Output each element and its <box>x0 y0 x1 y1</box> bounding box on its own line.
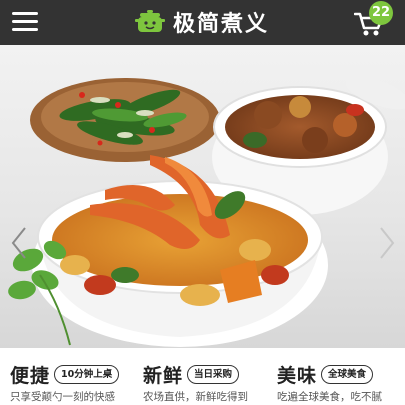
feature-tag: 全球美食 <box>321 365 374 384</box>
brand-logo[interactable]: 极简煮义 <box>135 6 269 38</box>
chevron-right-icon[interactable] <box>376 225 398 261</box>
chevron-left-icon[interactable] <box>8 225 30 261</box>
hamburger-menu-icon[interactable] <box>12 10 38 34</box>
cart-count-badge: 22 <box>369 1 393 25</box>
feature-description: 只享受颠勺一刻的快感 <box>10 391 115 403</box>
brand-name: 极简煮义 <box>173 12 270 37</box>
feature-tag: 当日采购 <box>187 365 240 384</box>
feature-title: 美味 <box>277 365 318 387</box>
food-photo <box>0 45 405 348</box>
feature-strip: 便捷 10分钟上桌 只享受颠勺一刻的快感 新鲜 当日采购 农场直供，新鲜吃得到 … <box>0 348 405 405</box>
feature-description: 农场直供，新鲜吃得到 <box>143 391 248 403</box>
feature-description: 吃遍全球美食，吃不腻 <box>277 391 382 403</box>
hero-banner[interactable] <box>0 45 405 348</box>
top-nav-bar: 极简煮义 22 <box>0 0 405 45</box>
feature-tag: 10分钟上桌 <box>54 365 120 384</box>
feature-title: 便捷 <box>10 365 51 387</box>
feature-title: 新鲜 <box>143 365 184 387</box>
cooking-pot-icon <box>135 10 165 32</box>
